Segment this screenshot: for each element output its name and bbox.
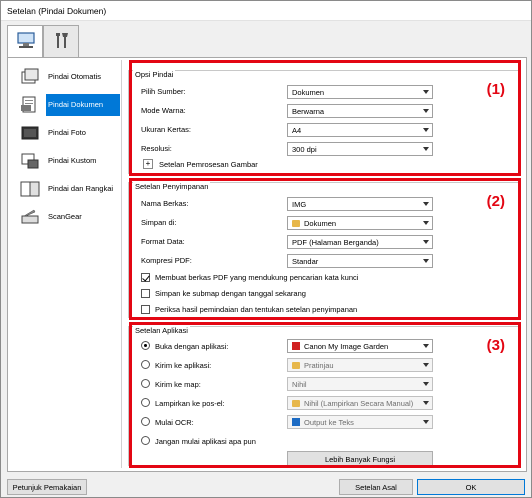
source-select[interactable]: Dokumen	[287, 85, 433, 99]
defaults-button[interactable]: Setelan Asal	[339, 479, 413, 495]
subfolder-date-checkbox[interactable]	[141, 289, 150, 298]
settings-window: Setelan (Pindai Dokumen) Pindai Otomatis…	[0, 0, 532, 498]
expand-plus-icon[interactable]: +	[143, 159, 153, 169]
no-app-radio[interactable]	[141, 436, 150, 445]
nav-item-photo-scan[interactable]: Pindai Foto	[14, 120, 120, 146]
resolution-select[interactable]: 300 dpi	[287, 142, 433, 156]
section-number-2: (2)	[486, 193, 505, 210]
pdf-compression-select[interactable]: Standar	[287, 254, 433, 268]
more-functions-button[interactable]: Lebih Banyak Fungsi	[287, 451, 433, 467]
nav-label: Pindai Otomatis	[48, 72, 101, 81]
nav-item-scangear[interactable]: ScanGear	[14, 204, 120, 230]
nav-label: Pindai dan Rangkai	[48, 184, 114, 193]
paper-size-label: Ukuran Kertas:	[141, 125, 192, 134]
nav-item-auto-scan[interactable]: Pindai Otomatis	[14, 64, 120, 90]
pdf-compression-label: Kompresi PDF:	[141, 256, 192, 265]
check-results-checkbox[interactable]	[141, 305, 150, 314]
custom-scan-icon	[21, 153, 39, 169]
save-settings-title: Setelan Penyimpanan	[133, 182, 211, 191]
chevron-down-icon	[423, 202, 429, 206]
keyword-search-checkbox[interactable]	[141, 273, 150, 282]
chevron-down-icon	[423, 259, 429, 263]
computer-icon	[17, 32, 35, 48]
document-scan-icon	[21, 96, 36, 113]
nav-label: Pindai Foto	[48, 128, 86, 137]
start-ocr-radio[interactable]	[141, 417, 150, 426]
chevron-down-icon	[423, 344, 429, 348]
open-with-app-label: Buka dengan aplikasi:	[155, 342, 229, 351]
send-to-app-radio[interactable]	[141, 360, 150, 369]
auto-scan-icon	[21, 68, 39, 84]
photo-scan-icon	[21, 126, 39, 140]
folder-icon	[292, 400, 300, 407]
window-title: Setelan (Pindai Dokumen)	[7, 6, 107, 16]
chevron-down-icon	[423, 90, 429, 94]
color-mode-select[interactable]: Berwarna	[287, 104, 433, 118]
ok-button[interactable]: OK	[417, 479, 525, 495]
file-name-select[interactable]: IMG	[287, 197, 433, 211]
subfolder-date-label: Simpan ke submap dengan tanggal sekarang	[155, 289, 306, 298]
nav-label: Pindai Kustom	[48, 156, 97, 165]
open-with-app-radio[interactable]	[141, 341, 150, 350]
send-to-folder-radio[interactable]	[141, 379, 150, 388]
scan-type-nav: Pindai Otomatis Pindai Dokumen Pindai Fo…	[10, 60, 122, 468]
help-button[interactable]: Petunjuk Pemakaian	[7, 479, 87, 495]
data-format-label: Format Data:	[141, 237, 185, 246]
nav-label: Pindai Dokumen	[46, 94, 120, 116]
keyword-search-label: Membuat berkas PDF yang mendukung pencar…	[155, 273, 359, 282]
send-to-app-select[interactable]: Pratinjau	[287, 358, 433, 372]
canon-app-icon	[292, 342, 300, 350]
folder-icon	[292, 362, 300, 369]
ocr-icon	[292, 418, 300, 426]
start-ocr-label: Mulai OCR:	[155, 418, 194, 427]
title-bar: Setelan (Pindai Dokumen)	[1, 1, 531, 21]
chevron-down-icon	[423, 221, 429, 225]
save-settings-panel: Setelan Penyimpanan (2) Nama Berkas: IMG…	[128, 182, 520, 318]
chevron-down-icon	[423, 363, 429, 367]
section-number-3: (3)	[486, 337, 505, 354]
open-with-app-select[interactable]: Canon My Image Garden	[287, 339, 433, 353]
nav-label: ScanGear	[48, 212, 82, 221]
scan-options-title: Opsi Pindai	[133, 70, 176, 79]
chevron-down-icon	[423, 401, 429, 405]
tools-icon	[56, 33, 68, 48]
content-area: Pindai Otomatis Pindai Dokumen Pindai Fo…	[7, 57, 527, 472]
attach-email-label: Lampirkan ke pos-el:	[155, 399, 225, 408]
image-processing-label[interactable]: Setelan Pemrosesan Gambar	[159, 160, 258, 169]
app-settings-title: Setelan Aplikasi	[133, 326, 190, 335]
send-to-folder-label: Kirim ke map:	[155, 380, 201, 389]
chevron-down-icon	[423, 240, 429, 244]
tab-general-settings[interactable]	[43, 25, 79, 57]
section-number-1: (1)	[486, 81, 505, 98]
file-name-label: Nama Berkas:	[141, 199, 189, 208]
save-in-select[interactable]: Dokumen	[287, 216, 433, 230]
data-format-select[interactable]: PDF (Halaman Berganda)	[287, 235, 433, 249]
chevron-down-icon	[423, 147, 429, 151]
color-mode-label: Mode Warna:	[141, 106, 186, 115]
scangear-icon	[21, 209, 39, 224]
no-app-label: Jangan mulai aplikasi apa pun	[155, 437, 256, 446]
send-to-folder-select[interactable]: Nihil	[287, 377, 433, 391]
check-results-label: Periksa hasil pemindaian dan tentukan se…	[155, 305, 358, 314]
nav-item-document-scan[interactable]: Pindai Dokumen	[14, 92, 120, 118]
folder-icon	[292, 220, 300, 227]
attach-email-radio[interactable]	[141, 398, 150, 407]
app-settings-panel: Setelan Aplikasi (3) Buka dengan aplikas…	[128, 326, 520, 467]
send-to-app-label: Kirim ke aplikasi:	[155, 361, 212, 370]
chevron-down-icon	[423, 128, 429, 132]
start-ocr-select[interactable]: Output ke Teks	[287, 415, 433, 429]
source-label: Pilih Sumber:	[141, 87, 186, 96]
chevron-down-icon	[423, 109, 429, 113]
resolution-label: Resolusi:	[141, 144, 172, 153]
tab-scan-from-computer[interactable]	[7, 25, 43, 58]
paper-size-select[interactable]: A4	[287, 123, 433, 137]
save-in-label: Simpan di:	[141, 218, 177, 227]
nav-item-stitch-scan[interactable]: Pindai dan Rangkai	[14, 176, 120, 202]
attach-email-select[interactable]: Nihil (Lampirkan Secara Manual)	[287, 396, 433, 410]
chevron-down-icon	[423, 420, 429, 424]
stitch-scan-icon	[20, 181, 40, 197]
chevron-down-icon	[423, 382, 429, 386]
scan-options-panel: Opsi Pindai (1) Pilih Sumber: Dokumen Mo…	[128, 70, 520, 174]
nav-item-custom-scan[interactable]: Pindai Kustom	[14, 148, 120, 174]
